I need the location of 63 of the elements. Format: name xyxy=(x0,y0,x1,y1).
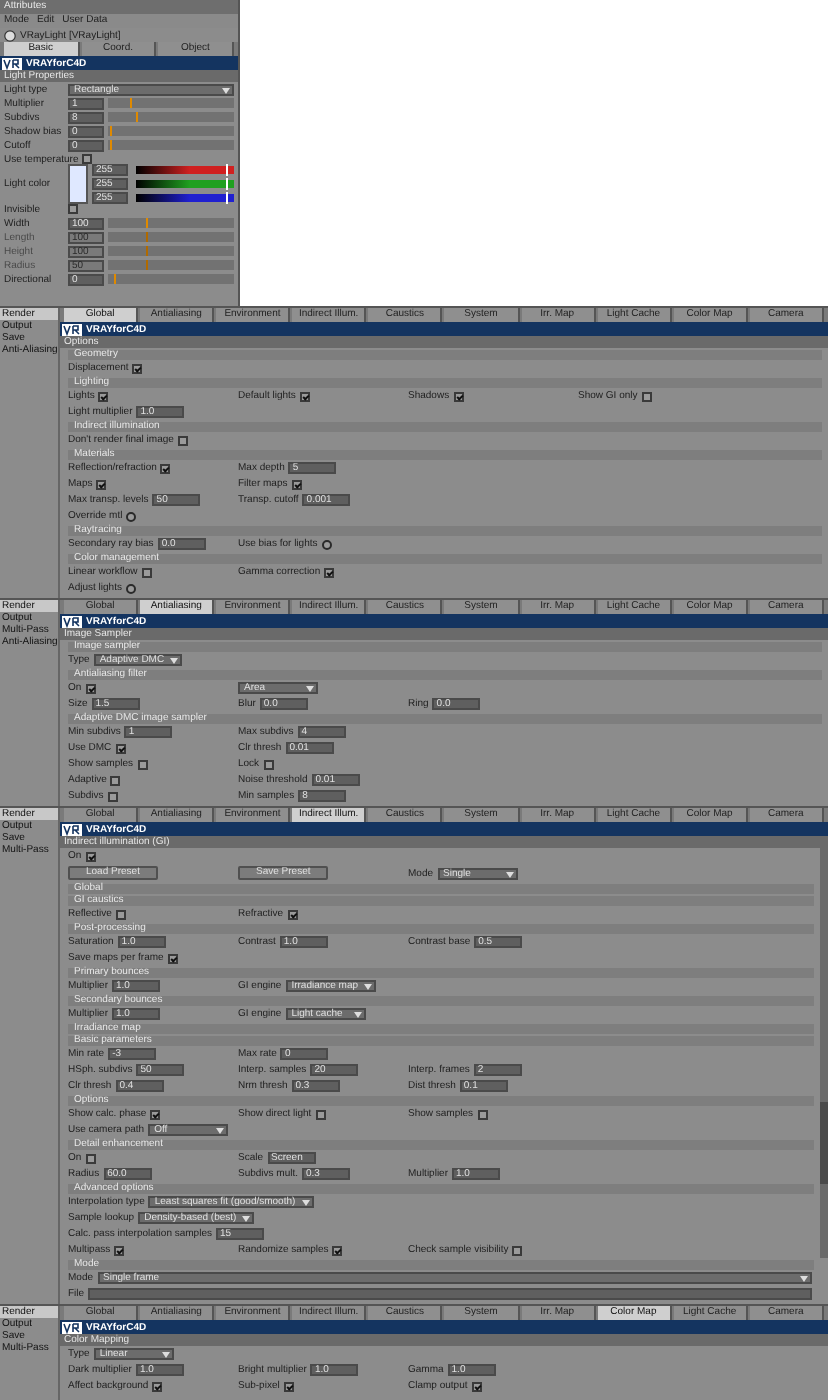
checkbox[interactable] xyxy=(115,909,126,919)
caret-icon xyxy=(216,1128,225,1134)
radio-button[interactable] xyxy=(126,511,137,521)
checkbox[interactable] xyxy=(137,759,148,769)
caret-icon xyxy=(364,984,373,990)
checkbox[interactable] xyxy=(68,204,78,214)
slider-track[interactable] xyxy=(108,140,234,150)
caret-icon xyxy=(301,1200,310,1206)
checkbox[interactable] xyxy=(332,1245,343,1255)
caret-icon xyxy=(222,87,230,93)
color-slider[interactable] xyxy=(136,180,234,188)
checkbox[interactable] xyxy=(453,391,464,401)
checkbox[interactable] xyxy=(160,463,171,473)
checkbox[interactable] xyxy=(299,391,310,401)
caret-icon xyxy=(800,1276,808,1282)
light-icon xyxy=(4,29,16,41)
checkbox[interactable] xyxy=(152,1381,163,1391)
input-field[interactable] xyxy=(88,1288,812,1300)
radio-button[interactable] xyxy=(125,583,136,593)
slider-track[interactable] xyxy=(108,274,234,284)
checkbox[interactable] xyxy=(96,479,107,489)
slider-track[interactable] xyxy=(108,126,234,136)
caret-icon xyxy=(170,658,179,664)
checkbox[interactable] xyxy=(132,363,143,373)
checkbox[interactable] xyxy=(141,567,152,577)
scrollbar-thumb[interactable] xyxy=(820,1102,828,1185)
checkbox[interactable] xyxy=(315,1109,326,1119)
checkbox[interactable] xyxy=(324,567,335,577)
color-slider[interactable] xyxy=(136,166,234,174)
checkbox[interactable] xyxy=(177,435,188,445)
slider-track[interactable] xyxy=(108,260,234,270)
checkbox[interactable] xyxy=(287,909,298,919)
checkbox[interactable] xyxy=(512,1245,523,1255)
checkbox[interactable] xyxy=(107,791,118,801)
caret-icon xyxy=(505,871,514,877)
checkbox[interactable] xyxy=(110,775,121,785)
checkbox[interactable] xyxy=(291,479,302,489)
checkbox[interactable] xyxy=(115,743,126,753)
checkbox[interactable] xyxy=(477,1109,488,1119)
checkbox[interactable] xyxy=(263,759,274,769)
slider-track[interactable] xyxy=(108,246,234,256)
caret-icon xyxy=(161,1352,170,1358)
color-slider[interactable] xyxy=(136,194,234,202)
color-swatch[interactable] xyxy=(68,164,88,204)
checkbox[interactable] xyxy=(150,1109,161,1119)
caret-icon xyxy=(242,1216,251,1222)
checkbox[interactable] xyxy=(471,1381,482,1391)
slider-track[interactable] xyxy=(108,232,234,242)
slider-track[interactable] xyxy=(108,112,234,122)
caret-icon xyxy=(306,686,314,692)
checkbox[interactable] xyxy=(167,953,178,963)
checkbox[interactable] xyxy=(85,851,96,861)
checkbox[interactable] xyxy=(114,1245,125,1255)
slider-track[interactable] xyxy=(108,218,234,228)
slider-track[interactable] xyxy=(108,98,234,108)
checkbox[interactable] xyxy=(85,1153,96,1163)
caret-icon xyxy=(353,1012,362,1018)
checkbox[interactable] xyxy=(82,154,93,164)
checkbox[interactable] xyxy=(641,391,652,401)
checkbox[interactable] xyxy=(85,683,96,693)
checkbox[interactable] xyxy=(283,1381,294,1391)
checkbox[interactable] xyxy=(98,391,109,401)
radio-button[interactable] xyxy=(321,539,332,549)
